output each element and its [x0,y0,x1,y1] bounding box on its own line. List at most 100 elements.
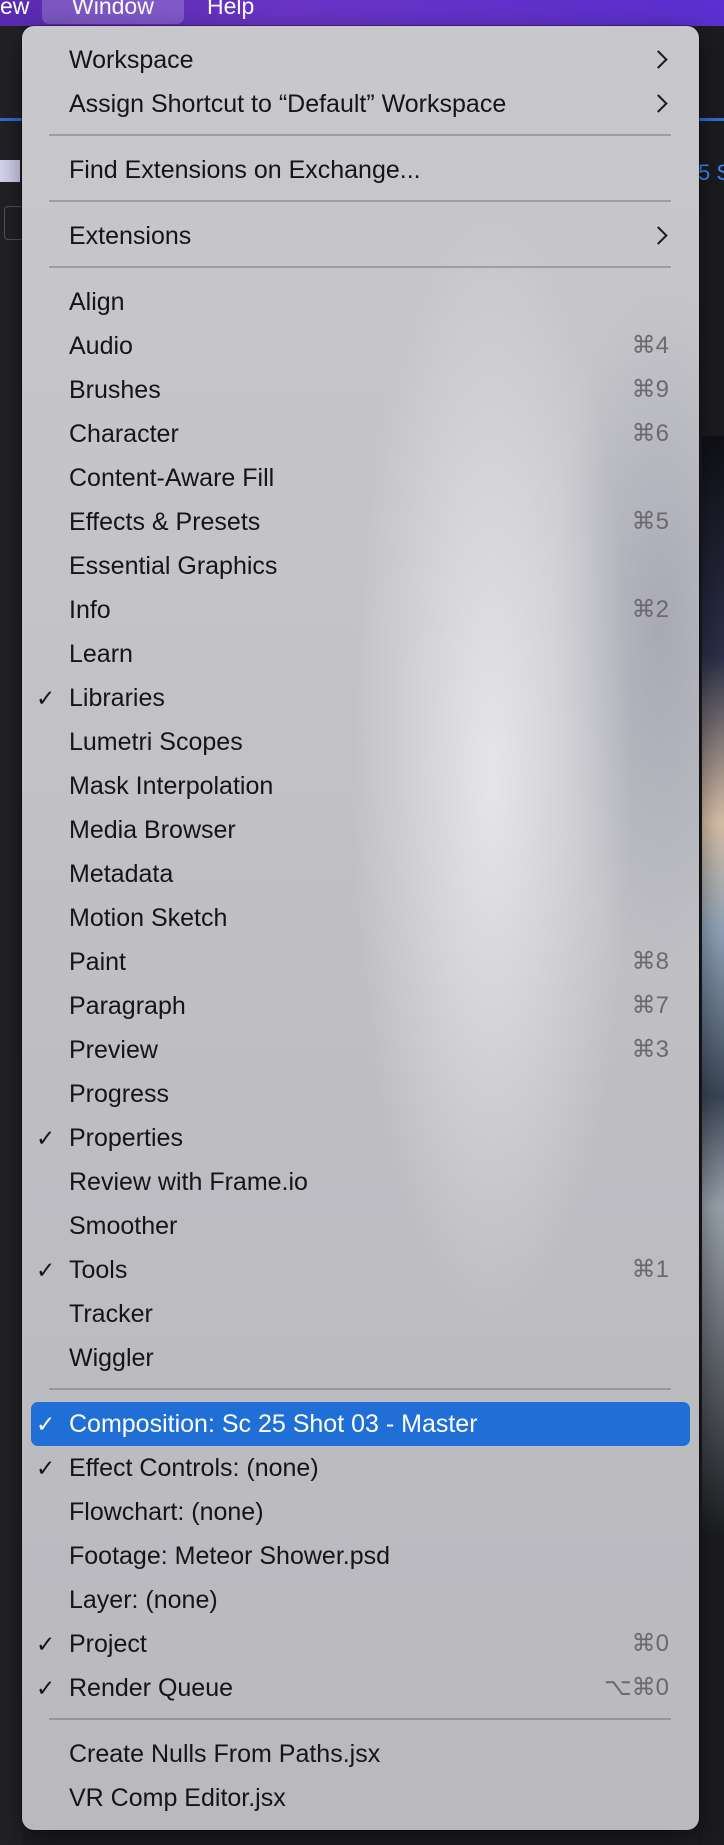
menu-item-extensions[interactable]: Extensions [22,214,699,258]
menu-item-render-queue[interactable]: ✓ Render Queue ⌥⌘0 [22,1666,699,1710]
menu-item-label: Footage: Meteor Shower.psd [69,1542,391,1570]
background-right-panel: 5 S [698,26,724,1845]
chevron-right-icon [649,50,668,69]
menu-item-label: Mask Interpolation [69,772,274,800]
menu-item-info[interactable]: Info ⌘2 [22,588,699,632]
background-composition-preview [702,436,724,1536]
background-tab-text: 5 S [698,160,724,185]
menu-item-label: Libraries [69,684,165,712]
menu-item-label: Effects & Presets [69,508,261,536]
menu-item-workspace[interactable]: Workspace [22,38,699,82]
menu-item-shortcut: ⌘2 [631,596,669,623]
menu-item-label: Properties [69,1124,183,1152]
menu-item-flowchart[interactable]: Flowchart: (none) [22,1490,699,1534]
checkmark-icon: ✓ [36,685,56,711]
menu-item-label: Effect Controls: (none) [69,1454,319,1482]
background-tab-underline [0,118,22,121]
menu-item-wiggler[interactable]: Wiggler [22,1336,699,1380]
menu-item-review-frameio[interactable]: Review with Frame.io [22,1160,699,1204]
menu-item-composition[interactable]: ✓ Composition: Sc 25 Shot 03 - Master [31,1402,690,1446]
menu-item-paint[interactable]: Paint ⌘8 [22,940,699,984]
background-tab-underline-right [698,118,724,121]
checkmark-icon: ✓ [36,1631,56,1657]
menu-item-footage[interactable]: Footage: Meteor Shower.psd [22,1534,699,1578]
menu-item-label: Audio [69,332,133,360]
menu-item-label: Render Queue [69,1674,234,1702]
checkmark-icon: ✓ [36,1675,56,1701]
menu-item-label: VR Comp Editor.jsx [69,1784,286,1812]
menu-item-shortcut: ⌘4 [631,332,669,359]
menu-item-motion-sketch[interactable]: Motion Sketch [22,896,699,940]
menu-separator [49,1718,671,1720]
menu-item-label: Wiggler [69,1344,154,1372]
menu-item-label: Flowchart: (none) [69,1498,264,1526]
menu-item-find-extensions[interactable]: Find Extensions on Exchange... [22,148,699,192]
menu-item-label: Content-Aware Fill [69,464,275,492]
menu-item-label: Metadata [69,860,174,888]
menu-item-shortcut: ⌘8 [631,948,669,975]
menu-separator [49,1388,671,1390]
menu-item-label: Paint [69,948,126,976]
menu-item-content-aware-fill[interactable]: Content-Aware Fill [22,456,699,500]
menu-item-effects-presets[interactable]: Effects & Presets ⌘5 [22,500,699,544]
menu-item-shortcut: ⌘0 [631,1630,669,1657]
menu-item-shortcut: ⌘6 [631,420,669,447]
menu-item-label: Tracker [69,1300,153,1328]
menu-item-label: Find Extensions on Exchange... [69,156,421,184]
menu-item-media-browser[interactable]: Media Browser [22,808,699,852]
menu-item-learn[interactable]: Learn [22,632,699,676]
menu-item-character[interactable]: Character ⌘6 [22,412,699,456]
menu-item-tools[interactable]: ✓ Tools ⌘1 [22,1248,699,1292]
menu-item-mask-interpolation[interactable]: Mask Interpolation [22,764,699,808]
menu-item-shortcut: ⌘1 [631,1256,669,1283]
menu-item-layer[interactable]: Layer: (none) [22,1578,699,1622]
menu-item-create-nulls-script[interactable]: Create Nulls From Paths.jsx [22,1732,699,1776]
menu-separator [49,134,671,136]
menu-item-properties[interactable]: ✓ Properties [22,1116,699,1160]
menubar-window[interactable]: Window [42,0,184,24]
menu-item-lumetri-scopes[interactable]: Lumetri Scopes [22,720,699,764]
background-chip [0,160,20,182]
menu-item-label: Lumetri Scopes [69,728,243,756]
menu-item-label: Smoother [69,1212,178,1240]
menu-item-label: Project [69,1630,147,1658]
menu-item-label: Media Browser [69,816,236,844]
menu-separator [49,266,671,268]
chevron-right-icon [649,226,668,245]
checkmark-icon: ✓ [36,1411,56,1437]
menu-item-label: Align [69,288,125,316]
menu-item-shortcut: ⌘9 [631,376,669,403]
menu-item-label: Preview [69,1036,158,1064]
menu-item-brushes[interactable]: Brushes ⌘9 [22,368,699,412]
menu-item-libraries[interactable]: ✓ Libraries [22,676,699,720]
menu-item-vr-comp-editor-script[interactable]: VR Comp Editor.jsx [22,1776,699,1820]
menu-item-progress[interactable]: Progress [22,1072,699,1116]
menu-item-label: Tools [69,1256,128,1284]
menu-item-metadata[interactable]: Metadata [22,852,699,896]
menu-item-project[interactable]: ✓ Project ⌘0 [22,1622,699,1666]
menu-item-label: Layer: (none) [69,1586,218,1614]
menu-item-tracker[interactable]: Tracker [22,1292,699,1336]
menu-item-align[interactable]: Align [22,280,699,324]
chevron-right-icon [649,94,668,113]
menu-item-shortcut: ⌥⌘0 [603,1674,669,1701]
menu-item-effect-controls[interactable]: ✓ Effect Controls: (none) [22,1446,699,1490]
checkmark-icon: ✓ [36,1257,56,1283]
menu-item-shortcut: ⌘5 [631,508,669,535]
menubar-help[interactable]: Help [177,0,284,24]
menu-item-label: Assign Shortcut to “Default” Workspace [69,90,507,118]
menu-item-smoother[interactable]: Smoother [22,1204,699,1248]
background-left-panel [0,26,24,1845]
menu-item-assign-shortcut[interactable]: Assign Shortcut to “Default” Workspace [22,82,699,126]
menu-item-preview[interactable]: Preview ⌘3 [22,1028,699,1072]
menu-item-label: Brushes [69,376,161,404]
menu-item-label: Extensions [69,222,192,250]
checkmark-icon: ✓ [36,1125,56,1151]
menu-item-essential-graphics[interactable]: Essential Graphics [22,544,699,588]
menu-item-paragraph[interactable]: Paragraph ⌘7 [22,984,699,1028]
checkmark-icon: ✓ [36,1455,56,1481]
window-menu-dropdown: Workspace Assign Shortcut to “Default” W… [22,26,699,1830]
menu-item-audio[interactable]: Audio ⌘4 [22,324,699,368]
menu-item-label: Workspace [69,46,194,74]
menu-bar: ew Window Help [0,0,724,26]
